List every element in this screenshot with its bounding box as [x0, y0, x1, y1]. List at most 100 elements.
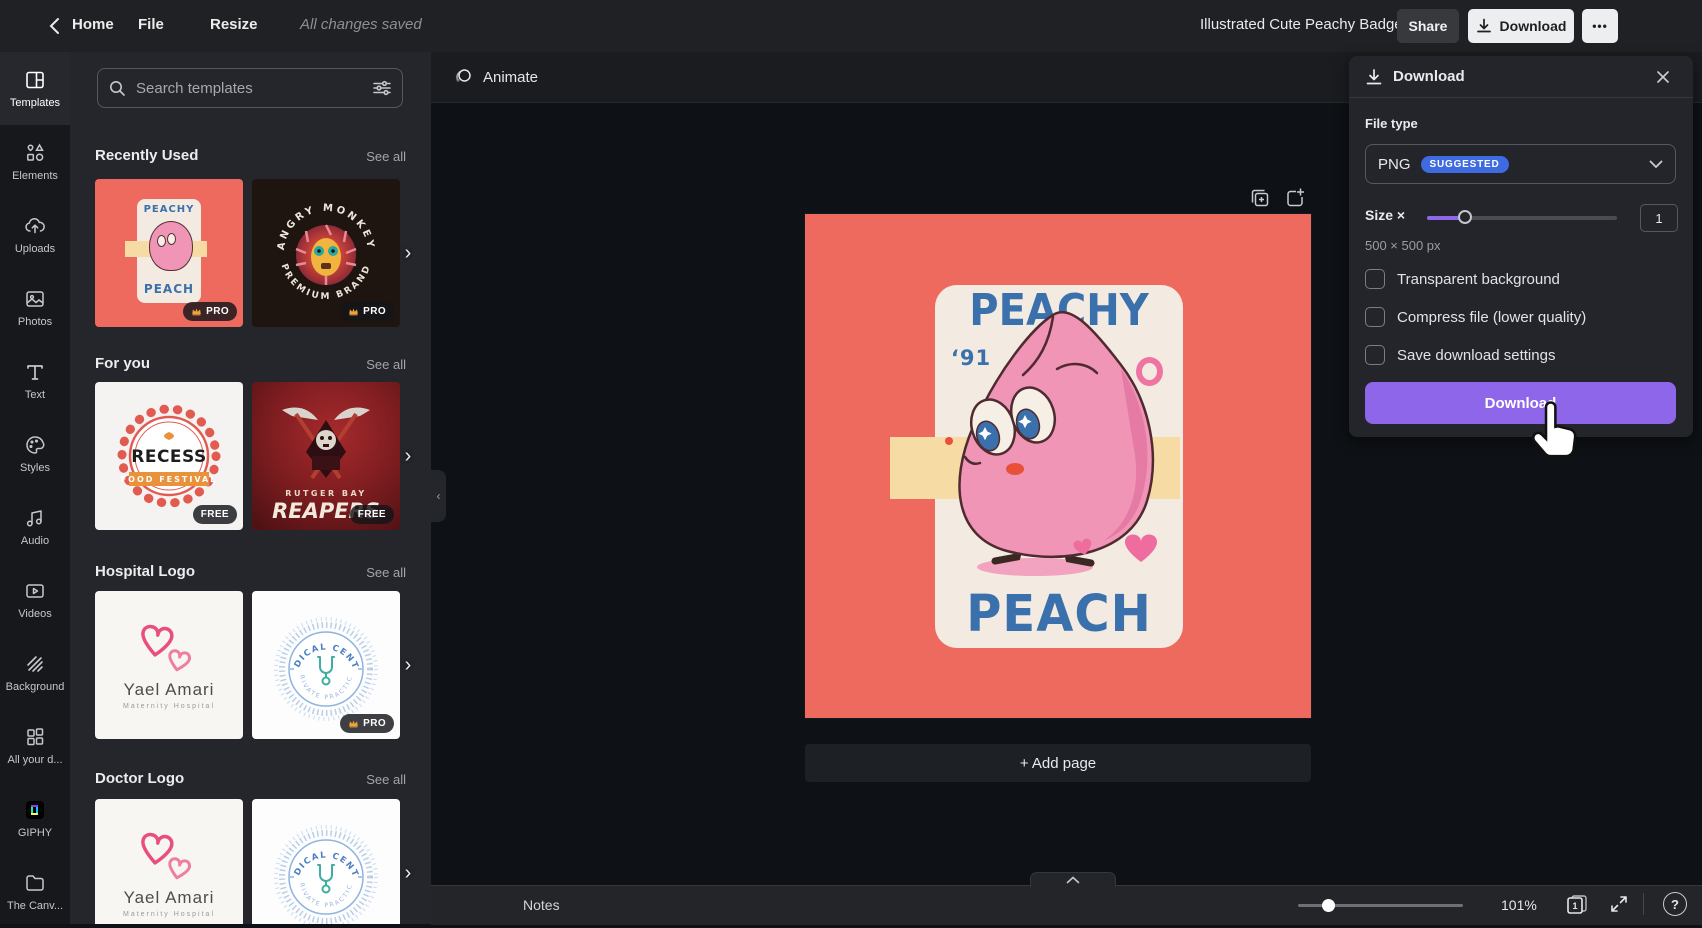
checkbox-transparent-background[interactable] [1365, 269, 1385, 289]
folder-icon [23, 871, 47, 895]
template-thumb-medical-centre-1[interactable]: MEDICAL CENTRE PRIVATE PRACTICE PRO [252, 591, 400, 739]
option-save-settings[interactable]: Save download settings [1365, 345, 1555, 365]
option-compress-file[interactable]: Compress file (lower quality) [1365, 307, 1586, 327]
add-page-button[interactable]: + Add page [805, 744, 1311, 782]
sidebar-label: The Canv... [7, 900, 63, 912]
free-badge: FREE [193, 505, 237, 524]
add-page-icon-button[interactable] [1283, 186, 1307, 210]
see-all-hospital-logo[interactable]: See all [361, 565, 406, 580]
zoom-slider-knob[interactable] [1322, 899, 1335, 912]
sidebar-item-photos[interactable]: Photos [0, 271, 70, 344]
sidebar-label: Background [6, 681, 65, 693]
share-button[interactable]: Share [1397, 9, 1459, 43]
expand-bottom-panel[interactable] [1030, 872, 1116, 887]
close-panel-button[interactable] [1654, 68, 1672, 86]
sidebar-item-elements[interactable]: Elements [0, 125, 70, 198]
animate-label: Animate [483, 69, 538, 86]
chevron-down-icon [1649, 160, 1663, 169]
svg-text:Maternity Hospital: Maternity Hospital [123, 911, 215, 918]
carousel-next-doctor-logo[interactable]: › [398, 858, 418, 888]
template-thumb-yael-amari-1[interactable]: Yael Amari Maternity Hospital [95, 591, 243, 739]
sidebar-label: GIPHY [18, 827, 52, 839]
sidebar-item-all-your-designs[interactable]: All your d... [0, 709, 70, 782]
search-box[interactable] [97, 68, 403, 108]
template-thumb-reapers[interactable]: RUTGER BAY REAPERS FREE [252, 382, 400, 530]
animate-button[interactable]: Animate [445, 62, 546, 92]
free-badge: FREE [350, 505, 394, 524]
template-thumb-recess[interactable]: RECESS FOOD FESTIVAL FREE [95, 382, 243, 530]
sidebar-label: Text [25, 389, 45, 401]
download-top-button[interactable]: Download [1468, 9, 1574, 43]
carousel-next-for-you[interactable]: › [398, 441, 418, 471]
sidebar-item-text[interactable]: Text [0, 344, 70, 417]
see-all-for-you[interactable]: See all [361, 357, 406, 372]
templates-icon [23, 68, 47, 92]
designs-grid-icon [23, 725, 47, 749]
resize-menu[interactable]: Resize [210, 16, 258, 33]
sidebar-item-audio[interactable]: Audio [0, 490, 70, 563]
text-icon [23, 360, 47, 384]
peachy-mini-top-text: PEACHY [137, 204, 201, 215]
help-button[interactable]: ? [1663, 892, 1687, 916]
template-thumb-peachy-badge[interactable]: PEACHY PEACH PRO [95, 179, 243, 327]
medical-centre-art: MEDICAL CENTRE PRIVATE PRACTICE [252, 799, 400, 924]
zoom-level[interactable]: 101% [1501, 897, 1537, 913]
chevron-up-icon [1066, 876, 1080, 884]
carousel-next-recently-used[interactable]: › [398, 238, 418, 268]
duplicate-page-button[interactable] [1248, 186, 1272, 210]
size-slider-track[interactable] [1427, 216, 1617, 220]
notes-button[interactable]: Notes [523, 897, 560, 913]
sidebar-item-templates[interactable]: Templates [0, 52, 70, 125]
file-type-dropdown[interactable]: PNG SUGGESTED [1365, 144, 1676, 184]
section-title-recently-used: Recently Used [95, 147, 198, 164]
search-input[interactable] [134, 79, 364, 98]
add-page-icon [1283, 186, 1307, 210]
download-icon [1476, 18, 1492, 34]
template-thumb-yael-amari-2[interactable]: Yael Amari Maternity Hospital [95, 799, 243, 924]
download-panel-title: Download [1393, 68, 1465, 85]
option-label: Transparent background [1397, 271, 1560, 288]
more-options-button[interactable]: ••• [1582, 9, 1618, 43]
document-title[interactable]: Illustrated Cute Peachy Badge [1200, 16, 1380, 33]
download-confirm-button[interactable]: Download [1365, 382, 1676, 424]
add-page-label: + Add page [1020, 755, 1096, 772]
pages-button[interactable]: 1 [1564, 893, 1590, 917]
dimensions-text: 500 × 500 px [1365, 238, 1441, 253]
sidebar-item-videos[interactable]: Videos [0, 563, 70, 636]
see-all-doctor-logo[interactable]: See all [361, 772, 406, 787]
filter-icon[interactable] [372, 79, 392, 97]
sidebar-item-styles[interactable]: Styles [0, 417, 70, 490]
option-label: Save download settings [1397, 347, 1555, 364]
search-icon [108, 79, 126, 97]
sidebar-item-uploads[interactable]: Uploads [0, 198, 70, 271]
file-menu[interactable]: File [138, 16, 164, 33]
template-thumb-angry-monkey[interactable]: ANGRY MONKEY PREMIUM BRAND PRO [252, 179, 400, 327]
design-page[interactable]: PEACHY ‘91 PEACH [805, 214, 1311, 718]
svg-text:FOOD FESTIVAL: FOOD FESTIVAL [121, 475, 218, 484]
sidebar-label: Templates [10, 97, 60, 109]
checkbox-save-settings[interactable] [1365, 345, 1385, 365]
size-value: 1 [1655, 211, 1662, 226]
svg-text:RUTGER BAY: RUTGER BAY [285, 489, 366, 498]
sidebar-item-giphy[interactable]: GIPHY [0, 782, 70, 855]
checkbox-compress-file[interactable] [1365, 307, 1385, 327]
fullscreen-button[interactable] [1609, 894, 1629, 914]
carousel-next-hospital-logo[interactable]: › [398, 650, 418, 680]
file-type-label: File type [1365, 116, 1418, 131]
download-top-label: Download [1500, 18, 1567, 34]
option-transparent-background[interactable]: Transparent background [1365, 269, 1560, 289]
home-button[interactable]: Home [72, 16, 114, 33]
templates-panel: Recently Used See all For you See all Ho… [70, 52, 431, 924]
giphy-icon [23, 798, 47, 822]
section-title-doctor-logo: Doctor Logo [95, 770, 184, 787]
sidebar-item-the-canvas[interactable]: The Canv... [0, 855, 70, 928]
size-value-box[interactable]: 1 [1640, 204, 1678, 232]
sidebar-item-background[interactable]: Background [0, 636, 70, 709]
template-thumb-medical-centre-2[interactable]: MEDICAL CENTRE PRIVATE PRACTICE [252, 799, 400, 924]
zoom-slider-track[interactable] [1298, 904, 1463, 907]
expand-icon [1609, 894, 1629, 914]
see-all-recently-used[interactable]: See all [361, 149, 406, 164]
size-slider-knob[interactable] [1458, 210, 1472, 224]
close-icon [1654, 68, 1672, 86]
collapse-panel-handle[interactable]: ‹ [431, 470, 446, 522]
